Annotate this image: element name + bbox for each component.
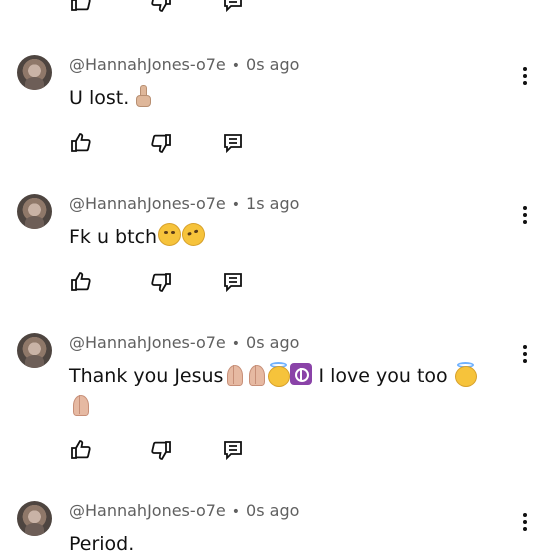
thumbs-up-icon[interactable] xyxy=(69,0,93,14)
comment-text: Period. xyxy=(69,529,509,559)
author-name[interactable]: @HannahJones-o7e xyxy=(69,55,226,74)
folded-hands-emoji xyxy=(223,363,245,386)
reply-icon[interactable] xyxy=(221,0,245,14)
comment-meta: @HannahJones-o7e • 1s ago xyxy=(69,194,299,215)
author-name[interactable]: @HannahJones-o7e xyxy=(69,501,226,520)
comment-text: Thank you Jesus I love you too xyxy=(69,361,509,421)
separator-dot: • xyxy=(231,58,241,74)
comment-meta: @HannahJones-o7e • 0s ago xyxy=(69,333,299,354)
timestamp: 0s ago xyxy=(246,501,300,520)
comment-actions xyxy=(0,438,560,462)
comment-meta: @HannahJones-o7e • 0s ago xyxy=(69,501,299,522)
avatar[interactable] xyxy=(17,501,52,536)
smiling-halo-emoji xyxy=(267,362,291,387)
comment-text: Fk u btch xyxy=(69,219,509,252)
comment-actions xyxy=(0,270,560,294)
timestamp: 1s ago xyxy=(246,194,300,213)
rolling-laughing-emoji xyxy=(178,219,209,250)
separator-dot: • xyxy=(231,504,241,520)
thumbs-up-icon[interactable] xyxy=(69,131,93,155)
middle-finger-emoji xyxy=(135,83,152,107)
more-options-icon[interactable] xyxy=(518,513,532,533)
comment-body: U lost. xyxy=(69,87,130,109)
laughing-crying-emoji xyxy=(158,223,182,246)
folded-hands-emoji xyxy=(69,393,91,416)
smiling-halo-emoji xyxy=(454,362,477,387)
timestamp: 0s ago xyxy=(246,55,300,74)
thumbs-down-icon[interactable] xyxy=(149,131,173,155)
thumbs-up-icon[interactable] xyxy=(69,438,93,462)
reply-icon[interactable] xyxy=(221,131,245,155)
thumbs-down-icon[interactable] xyxy=(149,270,173,294)
reply-icon[interactable] xyxy=(221,270,245,294)
reply-icon[interactable] xyxy=(221,438,245,462)
avatar[interactable] xyxy=(17,333,52,368)
more-options-icon[interactable] xyxy=(518,67,532,87)
author-name[interactable]: @HannahJones-o7e xyxy=(69,333,226,352)
more-options-icon[interactable] xyxy=(518,345,532,365)
comment-body: Period. xyxy=(69,533,135,555)
previous-comment-actions xyxy=(0,0,560,16)
avatar[interactable] xyxy=(17,194,52,229)
thumbs-down-icon[interactable] xyxy=(149,438,173,462)
comment-body-part-1: Thank you Jesus xyxy=(69,365,224,387)
separator-dot: • xyxy=(231,336,241,352)
timestamp: 0s ago xyxy=(246,333,300,352)
folded-hands-emoji xyxy=(245,363,267,386)
thumbs-down-icon[interactable] xyxy=(149,0,173,14)
comment-text: U lost. xyxy=(69,83,509,113)
separator-dot: • xyxy=(231,197,241,213)
comment-meta: @HannahJones-o7e • 0s ago xyxy=(69,55,299,76)
author-name[interactable]: @HannahJones-o7e xyxy=(69,194,226,213)
peace-symbol-emoji xyxy=(290,363,313,385)
avatar[interactable] xyxy=(17,55,52,90)
comment-body: Fk u btch xyxy=(69,226,158,248)
comment-actions xyxy=(0,131,560,155)
thumbs-up-icon[interactable] xyxy=(69,270,93,294)
more-options-icon[interactable] xyxy=(518,206,532,226)
comment-body-part-2: I love you too xyxy=(312,365,454,387)
